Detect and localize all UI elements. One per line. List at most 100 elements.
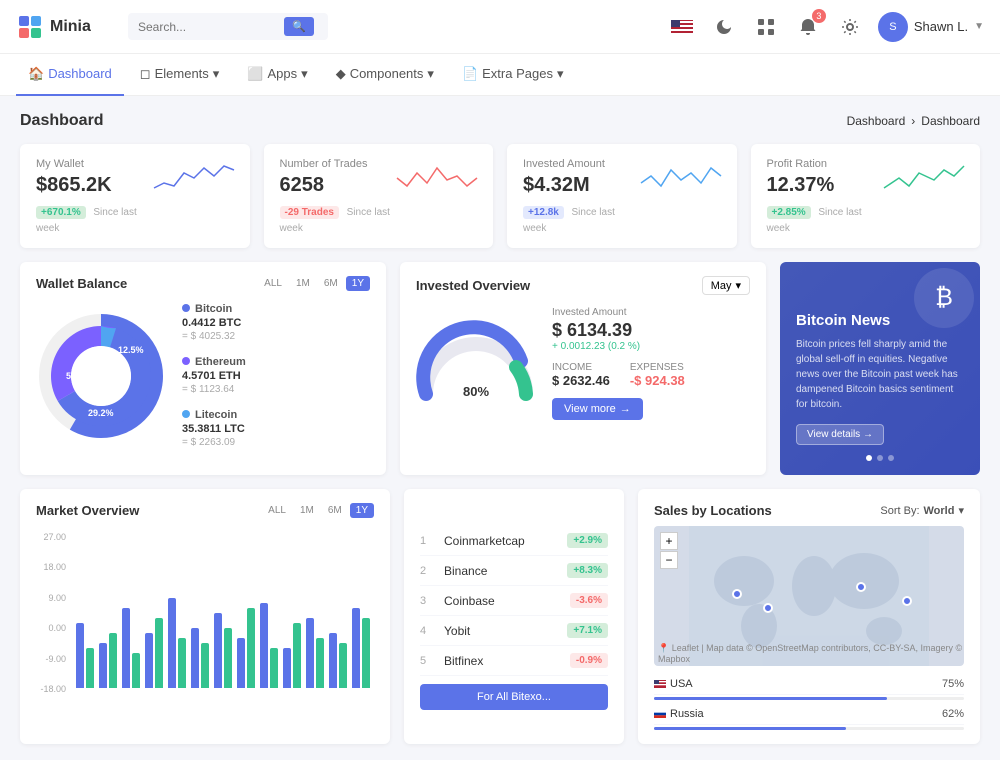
top-nav: Minia 🔍 (0, 0, 1000, 54)
bar-group (237, 608, 255, 688)
stat-chart-wallet (154, 158, 234, 198)
market-filter-6m[interactable]: 6M (322, 503, 348, 518)
stat-chart-profit (884, 158, 964, 198)
exchange-row-3: 3 Coinbase -3.6% (420, 586, 608, 616)
svg-text:12.5%: 12.5% (118, 345, 144, 355)
stat-value-profit: 12.37% (767, 174, 885, 197)
bitcoin-news-card: ₿ Bitcoin News Bitcoin prices fell sharp… (780, 262, 980, 475)
btc-dot-1[interactable] (866, 455, 872, 461)
invested-change: + 0.0012.23 (0.2 %) (552, 341, 750, 352)
location-bar-russia (654, 727, 964, 730)
nav-item-elements[interactable]: ◻ Elements ▾ (128, 54, 232, 96)
wallet-filter-1m[interactable]: 1M (290, 276, 316, 291)
market-filter-1m[interactable]: 1M (294, 503, 320, 518)
exchange-row-1: 1 Coinmarketcap +2.9% (420, 526, 608, 556)
invested-overview-card: Invested Overview May ▾ (400, 262, 766, 475)
wallet-filter-all[interactable]: ALL (258, 276, 288, 291)
wallet-filter-6m[interactable]: 6M (318, 276, 344, 291)
location-bar-usa (654, 697, 964, 700)
stat-cards: My Wallet $865.2K +670.1% Since last wee… (20, 144, 980, 248)
bar-group (168, 598, 186, 688)
search-bar: 🔍 (128, 13, 328, 40)
svg-text:29.2%: 29.2% (88, 408, 114, 418)
bitcoin-dots (796, 455, 964, 461)
bar-group (191, 628, 209, 688)
view-all-button[interactable]: For All Bitexo... (420, 684, 608, 710)
page-header: Dashboard Dashboard › Dashboard (20, 112, 980, 130)
bar-group (306, 618, 324, 688)
gauge-pct: 80% (463, 384, 489, 399)
stat-label-profit: Profit Ration (767, 158, 885, 170)
stat-badge-invested: +12.8k (523, 206, 564, 219)
sort-by[interactable]: Sort By: World ▾ (880, 504, 964, 517)
map-area: + − (654, 526, 964, 666)
market-title: Market Overview (36, 503, 139, 518)
settings-icon[interactable] (836, 13, 864, 41)
stat-value-invested: $4.32M (523, 174, 641, 197)
bottom-section: Market Overview ALL 1M 6M 1Y 27.00 18.00… (20, 489, 980, 744)
grid-icon[interactable] (752, 13, 780, 41)
map-header: Sales by Locations Sort By: World ▾ (654, 503, 964, 518)
map-dot-1 (732, 589, 742, 599)
stat-value-wallet: $865.2K (36, 174, 154, 197)
search-button[interactable]: 🔍 (284, 17, 314, 36)
wallet-time-filters: ALL 1M 6M 1Y (258, 276, 370, 291)
income-item: INCOME $ 2632.46 (552, 362, 610, 388)
wallet-balance-title: Wallet Balance (36, 276, 127, 291)
flag-icon[interactable] (668, 13, 696, 41)
market-filter-all[interactable]: ALL (262, 503, 292, 518)
invested-amount-value: $ 6134.39 (552, 320, 750, 341)
bar-group (260, 603, 278, 688)
market-filter-1y[interactable]: 1Y (350, 503, 374, 518)
stat-label-invested: Invested Amount (523, 158, 641, 170)
bitcoin-icon: ₿ (914, 268, 974, 328)
exchange-table-card: 1 Coinmarketcap +2.9% 2 Binance +8.3% 3 … (404, 489, 624, 744)
nav-item-dashboard[interactable]: 🏠 Dashboard (16, 54, 124, 96)
exchange-title (420, 503, 608, 518)
view-more-button[interactable]: View more → (552, 398, 643, 420)
invested-title: Invested Overview (416, 278, 530, 293)
nav-item-components[interactable]: ◆ Components ▾ (324, 54, 446, 96)
invested-month-dropdown[interactable]: May ▾ (702, 276, 750, 295)
main-content: Dashboard Dashboard › Dashboard My Walle… (0, 96, 1000, 760)
invested-amount-label: Invested Amount (552, 307, 750, 318)
stat-badge-wallet: +670.1% (36, 206, 86, 219)
stat-badge-trades: -29 Trades (280, 206, 339, 219)
user-menu[interactable]: S Shawn L. ▼ (878, 12, 984, 42)
bar-group (76, 623, 94, 688)
stat-badge-profit: +2.85% (767, 206, 811, 219)
bar-group (352, 608, 370, 688)
notification-icon[interactable]: 3 (794, 13, 822, 41)
location-row-russia: Russia 62% (654, 704, 964, 725)
stat-chart-trades (397, 158, 477, 198)
btc-dot-3[interactable] (888, 455, 894, 461)
sales-title: Sales by Locations (654, 503, 772, 518)
svg-text:58.3%: 58.3% (66, 371, 92, 381)
wallet-filter-1y[interactable]: 1Y (346, 276, 370, 291)
stat-label-wallet: My Wallet (36, 158, 154, 170)
bar-group (122, 608, 140, 688)
page-title: Dashboard (20, 112, 104, 130)
dark-mode-icon[interactable] (710, 13, 738, 41)
map-dot-2 (763, 603, 773, 613)
user-chevron: ▼ (974, 21, 984, 32)
coin-item-btc: Bitcoin 0.4412 BTC = $ 4025.32 (182, 303, 370, 342)
middle-section: Wallet Balance ALL 1M 6M 1Y (20, 262, 980, 475)
us-flag (671, 20, 693, 34)
nav-item-extra[interactable]: 📄 Extra Pages ▾ (450, 54, 576, 96)
expense-item: EXPENSES -$ 924.38 (630, 362, 685, 388)
search-input[interactable] (138, 20, 278, 34)
user-avatar: S (878, 12, 908, 42)
main-nav: 🏠 Dashboard ◻ Elements ▾ ⬜ Apps ▾ ◆ Comp… (0, 54, 1000, 96)
bitcoin-news-text: Bitcoin prices fell sharply amid the glo… (796, 337, 964, 412)
donut-chart: 58.3% 12.5% 29.2% (36, 311, 166, 441)
nav-item-apps[interactable]: ⬜ Apps ▾ (235, 54, 319, 96)
sales-locations-card: Sales by Locations Sort By: World ▾ + − (638, 489, 980, 744)
exchange-list: 1 Coinmarketcap +2.9% 2 Binance +8.3% 3 … (420, 526, 608, 676)
logo[interactable]: Minia (16, 13, 116, 41)
breadcrumb: Dashboard › Dashboard (847, 114, 980, 128)
bitcoin-view-details-button[interactable]: View details → (796, 424, 884, 445)
btc-dot-2[interactable] (877, 455, 883, 461)
map-dot-4 (902, 596, 912, 606)
coin-list: Bitcoin 0.4412 BTC = $ 4025.32 Ethereum … (182, 303, 370, 448)
